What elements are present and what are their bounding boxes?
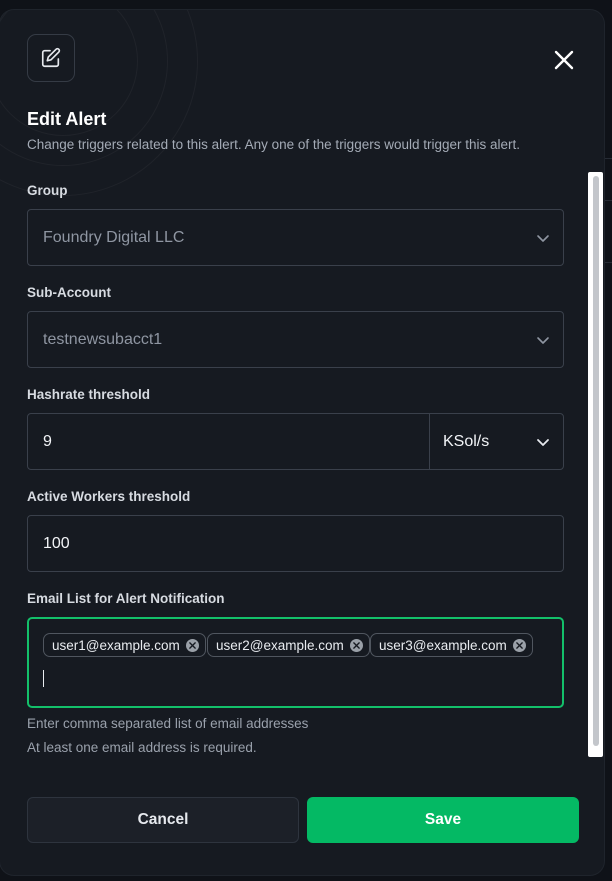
save-button[interactable]: Save <box>307 797 579 843</box>
hashrate-label: Hashrate threshold <box>27 387 151 402</box>
modal-subtitle: Change triggers related to this alert. A… <box>27 137 521 152</box>
email-error: At least one email address is required. <box>27 740 257 755</box>
email-chip-label: user1@example.com <box>52 637 180 653</box>
hashrate-input[interactable]: 9 <box>28 414 430 469</box>
hashrate-unit-select[interactable]: KSol/s <box>430 414 563 469</box>
sub-account-label: Sub-Account <box>27 285 111 300</box>
group-label: Group <box>27 183 68 198</box>
text-cursor <box>43 670 44 687</box>
modal-title: Edit Alert <box>27 109 107 129</box>
chevron-down-icon <box>537 438 549 446</box>
close-button[interactable] <box>551 47 577 73</box>
active-workers-label: Active Workers threshold <box>27 489 191 504</box>
group-value: Foundry Digital LLC <box>43 228 185 246</box>
close-icon <box>554 50 574 70</box>
email-chip: user2@example.com <box>207 633 370 657</box>
chevron-down-icon <box>537 336 549 344</box>
scrollbar-thumb[interactable] <box>593 176 599 746</box>
email-hint: Enter comma separated list of email addr… <box>27 716 309 731</box>
cancel-button[interactable]: Cancel <box>27 797 299 843</box>
email-list-input[interactable]: user1@example.com user2@example.com user… <box>27 617 564 708</box>
edit-alert-modal: Edit Alert Change triggers related to th… <box>0 10 604 875</box>
active-workers-input[interactable]: 100 <box>27 515 564 572</box>
group-select[interactable]: Foundry Digital LLC <box>27 209 564 266</box>
email-chip: user3@example.com <box>370 633 533 657</box>
edit-square-icon <box>27 34 75 82</box>
active-workers-value: 100 <box>43 534 70 552</box>
hashrate-group: 9 KSol/s <box>27 413 564 470</box>
remove-circle-icon[interactable] <box>185 638 199 652</box>
sub-account-select[interactable]: testnewsubacct1 <box>27 311 564 368</box>
email-list-label: Email List for Alert Notification <box>27 591 225 606</box>
remove-circle-icon[interactable] <box>349 638 363 652</box>
sub-account-value: testnewsubacct1 <box>43 330 163 348</box>
hashrate-unit-value: KSol/s <box>443 432 490 450</box>
email-chip-label: user2@example.com <box>216 637 344 653</box>
chevron-down-icon <box>537 234 549 242</box>
remove-circle-icon[interactable] <box>512 638 526 652</box>
email-chip: user1@example.com <box>43 633 206 657</box>
email-chip-label: user3@example.com <box>379 637 507 653</box>
